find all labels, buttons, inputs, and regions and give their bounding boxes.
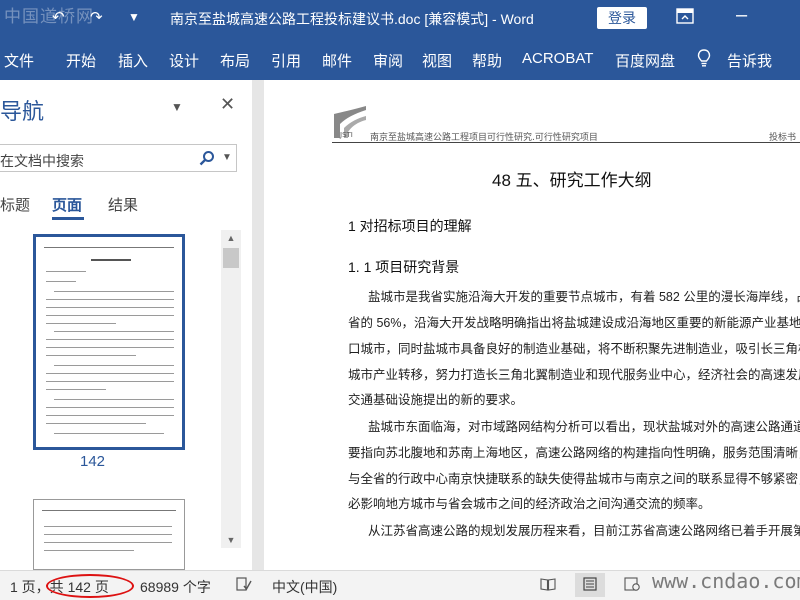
scroll-down-icon[interactable]: ▼: [221, 532, 241, 548]
nav-tab-pages[interactable]: 页面: [52, 194, 82, 215]
search-options-dropdown-icon[interactable]: ▼: [222, 152, 232, 163]
body-line: 省的 56%，沿海大开发战略明确指出将盐城建设成沿海地区重要的新能源产业基地和港: [348, 316, 800, 330]
redo-icon[interactable]: ↷: [90, 8, 103, 26]
minimize-icon[interactable]: –: [736, 4, 747, 27]
header-rule: [332, 142, 800, 143]
tab-insert[interactable]: 插入: [118, 50, 148, 71]
scrollbar-thumb[interactable]: [223, 248, 239, 268]
body-line: 要指向苏北腹地和苏南上海地区，高速公路网络的构建指向性明确，服务范围清晰，而: [348, 446, 800, 460]
tab-home[interactable]: 开始: [66, 50, 96, 71]
nav-pane-scrollbar[interactable]: ▲ ▼: [221, 230, 241, 548]
jsti-logo-icon: JSTI: [332, 104, 368, 140]
highlight-annotation: [46, 574, 134, 598]
web-layout-icon[interactable]: [624, 577, 640, 591]
language-indicator[interactable]: 中文(中国): [272, 577, 337, 597]
subsection-heading: 1. 1 项目研究背景: [348, 259, 460, 275]
tab-help[interactable]: 帮助: [472, 50, 502, 71]
title-bar: 中国道桥网 ↶ ↷ ▼ 南京至盐城高速公路工程投标建议书.doc [兼容模式] …: [0, 0, 800, 36]
nav-tab-headings[interactable]: 标题: [0, 194, 30, 215]
body-line: 城市产业转移，努力打造长三角北翼制造业和现代服务业中心，经济社会的高速发展对: [348, 368, 800, 382]
close-icon[interactable]: ✕: [220, 94, 235, 115]
scroll-up-icon[interactable]: ▲: [221, 230, 241, 246]
search-icon[interactable]: [199, 150, 215, 166]
nav-tab-results[interactable]: 结果: [108, 194, 138, 215]
print-layout-icon[interactable]: [582, 577, 598, 591]
watermark-logo: 中国道桥网: [4, 7, 94, 27]
word-count[interactable]: 68989 个字: [140, 577, 211, 597]
ribbon-display-options-icon[interactable]: [676, 8, 694, 28]
search-input[interactable]: 在文档中搜索 ▼: [0, 144, 237, 172]
svg-text:JSTI: JSTI: [339, 131, 353, 139]
read-mode-icon[interactable]: [540, 577, 556, 591]
tab-file[interactable]: 文件: [4, 50, 34, 71]
tab-layout[interactable]: 布局: [220, 50, 250, 71]
proofing-icon[interactable]: [236, 577, 252, 591]
body-line: 从江苏省高速公路的规划发展历程来看，目前江苏省高速公路网络已着手开展第三: [368, 524, 800, 538]
login-button[interactable]: 登录: [597, 7, 647, 29]
ribbon-tabs: 文件 开始 插入 设计 布局 引用 邮件 审阅 视图 帮助 ACROBAT 百度…: [0, 36, 800, 80]
document-title: 南京至盐城高速公路工程投标建议书.doc [兼容模式] - Word: [170, 11, 534, 27]
body-line: 盐城市是我省实施沿海大开发的重要节点城市，有着 582 公里的漫长海岸线，占全: [368, 290, 800, 304]
active-tab-indicator: [52, 217, 84, 220]
tab-acrobat[interactable]: ACROBAT: [522, 50, 593, 67]
body-line: 与全省的行政中心南京快捷联系的缺失使得盐城市与南京之间的联系显得不够紧密，势: [348, 472, 800, 486]
quick-access-dropdown-icon[interactable]: ▼: [128, 10, 140, 24]
nav-pane-title: 导航: [0, 99, 45, 124]
navigation-pane: 导航 ▼ ✕ 在文档中搜索 ▼ 标题 页面 结果 142 ▲ ▼: [0, 80, 252, 570]
page-heading: 48 五、研究工作大纲: [492, 171, 652, 190]
tab-mailings[interactable]: 邮件: [322, 50, 352, 71]
tab-baidu-netdisk[interactable]: 百度网盘: [615, 50, 675, 71]
section-heading: 1 对招标项目的理解: [348, 218, 472, 234]
tab-view[interactable]: 视图: [422, 50, 452, 71]
pane-divider: [252, 80, 264, 570]
nav-pane-options-icon[interactable]: ▼: [171, 100, 183, 114]
page-thumbnail[interactable]: [33, 499, 185, 570]
undo-icon[interactable]: ↶: [52, 8, 65, 26]
lightbulb-icon[interactable]: [697, 49, 711, 67]
document-page[interactable]: JSTI 南京至盐城高速公路工程项目可行性研究.可行性研究项目 投标书 48 五…: [264, 80, 800, 570]
body-line: 盐城市东面临海，对市域路网结构分析可以看出，现状盐城对外的高速公路通道主: [368, 420, 800, 434]
tab-review[interactable]: 审阅: [373, 50, 403, 71]
tell-me-box[interactable]: 告诉我: [727, 50, 772, 71]
tab-design[interactable]: 设计: [169, 50, 199, 71]
body-line: 必影响地方城市与省会城市之间的经济政治之间沟通交流的频率。: [348, 497, 711, 511]
site-watermark: www.cndao.com: [652, 569, 800, 593]
page-thumbnail-selected[interactable]: [33, 234, 185, 450]
thumbnail-page-number: 142: [80, 453, 106, 470]
search-placeholder: 在文档中搜索: [0, 153, 84, 169]
tab-references[interactable]: 引用: [271, 50, 301, 71]
body-line: 交通基础设施提出的新的要求。: [348, 393, 524, 407]
body-line: 口城市，同时盐城市具备良好的制造业基础，将不断积聚先进制造业，吸引长三角核心: [348, 342, 800, 356]
